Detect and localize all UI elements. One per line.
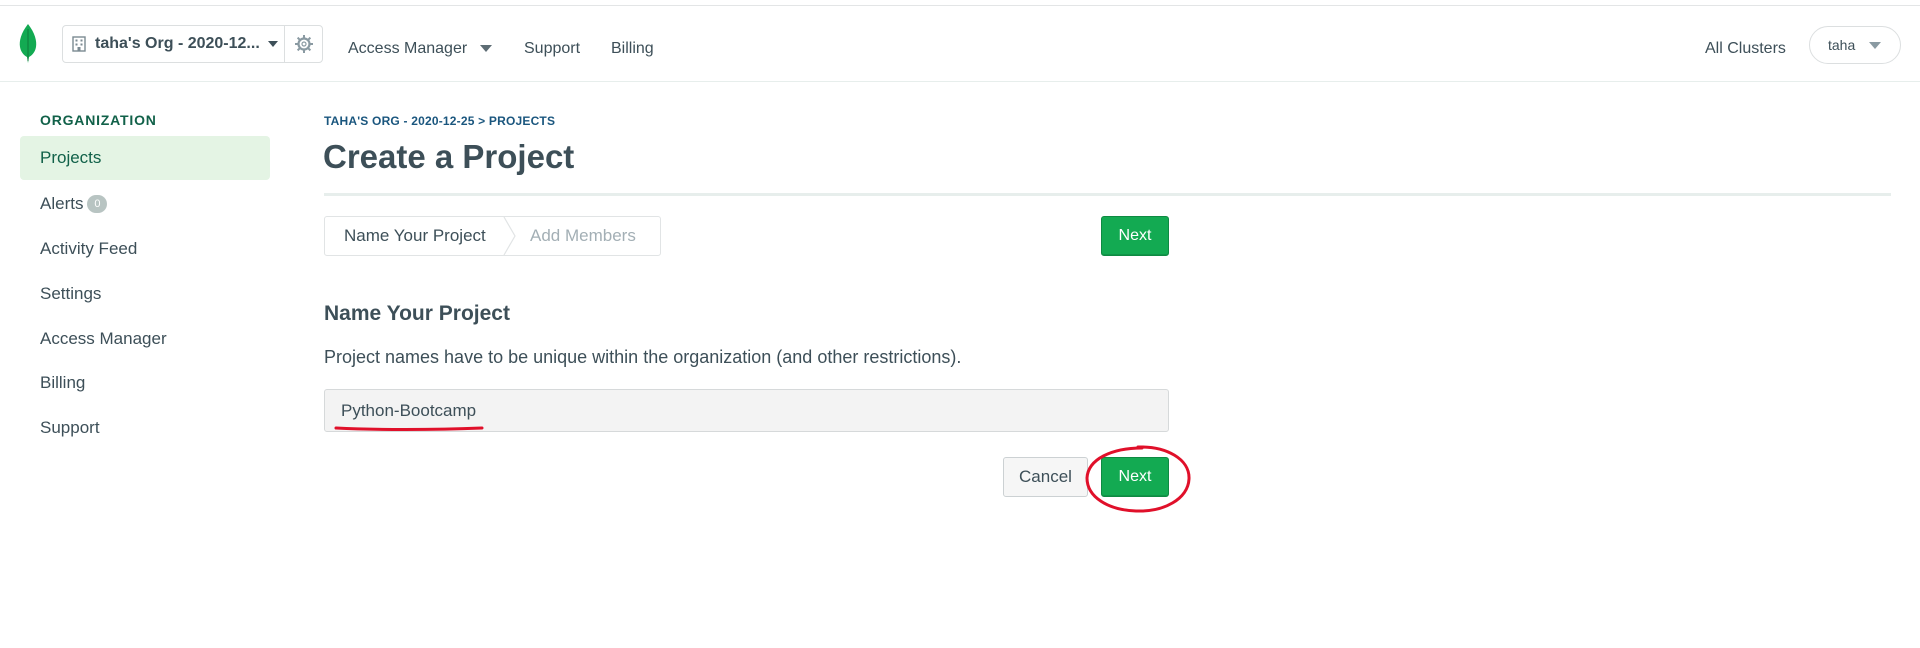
sidebar-item-alerts[interactable]: Alerts 0 bbox=[20, 182, 270, 226]
nav-support[interactable]: Support bbox=[524, 40, 580, 58]
sidebar-item-activity-feed[interactable]: Activity Feed bbox=[20, 227, 270, 271]
caret-down-icon bbox=[1869, 41, 1882, 49]
building-icon bbox=[72, 36, 86, 52]
org-selector[interactable]: taha's Org - 2020-12... bbox=[62, 25, 323, 63]
step-name-your-project: Name Your Project bbox=[344, 226, 486, 245]
wizard-steps: Name Your Project Add Members bbox=[324, 216, 661, 256]
nav-access-manager[interactable]: Access Manager bbox=[348, 40, 493, 58]
next-button-top[interactable]: Next bbox=[1101, 216, 1169, 256]
page-title: Create a Project bbox=[323, 138, 575, 175]
sidebar-item-label: Alerts bbox=[40, 194, 84, 213]
nav-access-manager-label: Access Manager bbox=[348, 40, 468, 57]
org-selector-main[interactable]: taha's Org - 2020-12... bbox=[63, 26, 286, 62]
caret-down-icon bbox=[267, 41, 278, 47]
breadcrumb[interactable]: TAHA'S ORG - 2020-12-25 > PROJECTS bbox=[324, 114, 555, 128]
project-name-description: Project names have to be unique within t… bbox=[324, 347, 962, 367]
sidebar-item-billing[interactable]: Billing bbox=[20, 361, 270, 405]
sidebar-item-label: Activity Feed bbox=[40, 239, 138, 258]
section-title: Name Your Project bbox=[324, 302, 510, 325]
next-button[interactable]: Next bbox=[1101, 457, 1169, 497]
all-clusters-link[interactable]: All Clusters bbox=[1705, 40, 1786, 58]
title-divider bbox=[324, 193, 1891, 196]
sidebar-item-support[interactable]: Support bbox=[20, 406, 270, 450]
alerts-count-badge: 0 bbox=[87, 195, 108, 213]
gear-icon bbox=[294, 35, 313, 53]
sidebar-item-label: Settings bbox=[40, 284, 102, 303]
mongodb-leaf-logo-icon[interactable] bbox=[18, 23, 38, 63]
sidebar-item-label: Support bbox=[40, 418, 100, 437]
step-add-members: Add Members bbox=[530, 226, 636, 245]
step-divider-chevron-icon bbox=[503, 217, 516, 255]
sidebar-heading: ORGANIZATION bbox=[40, 112, 157, 128]
caret-down-icon bbox=[480, 45, 493, 53]
sidebar-item-access-manager[interactable]: Access Manager bbox=[20, 317, 270, 361]
sidebar-item-label: Projects bbox=[40, 148, 102, 167]
sidebar-item-label: Access Manager bbox=[40, 329, 167, 348]
user-menu[interactable]: taha bbox=[1809, 26, 1901, 64]
org-settings-button[interactable] bbox=[285, 26, 322, 62]
sidebar-item-settings[interactable]: Settings bbox=[20, 272, 270, 316]
cancel-button[interactable]: Cancel bbox=[1003, 457, 1088, 497]
top-navbar: taha's Org - 2020-12... Access Manager S… bbox=[0, 6, 1920, 82]
user-name: taha bbox=[1828, 37, 1856, 53]
org-name: taha's Org - 2020-12... bbox=[95, 35, 260, 52]
nav-billing[interactable]: Billing bbox=[611, 40, 654, 58]
sidebar-item-label: Billing bbox=[40, 373, 86, 392]
sidebar-item-projects[interactable]: Projects bbox=[20, 136, 270, 180]
red-underline-annotation bbox=[334, 426, 484, 431]
